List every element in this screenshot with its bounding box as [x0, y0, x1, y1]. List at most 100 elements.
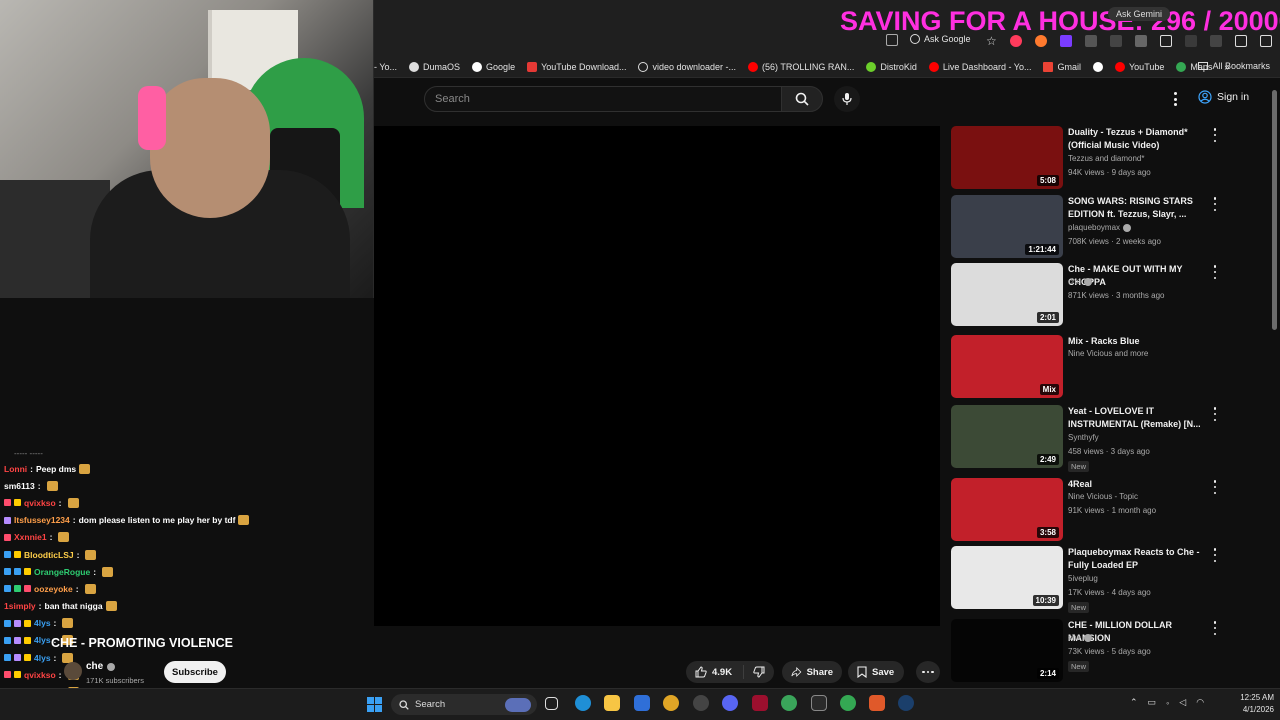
bookmark-item[interactable]: - Yo... — [374, 62, 397, 72]
recommended-video[interactable]: 5:08 Duality - Tezzus + Diamond* (Officia… — [950, 126, 1270, 190]
install-app-icon[interactable] — [886, 34, 898, 46]
adobe-icon[interactable] — [752, 695, 768, 711]
chat-username[interactable]: oozeyoke — [34, 584, 73, 594]
chat-username[interactable]: 1simply — [4, 601, 36, 611]
steam-icon[interactable] — [898, 695, 914, 711]
app-icon[interactable] — [781, 695, 797, 711]
search-input[interactable]: Search — [424, 86, 782, 112]
search-button[interactable] — [781, 86, 823, 112]
recommended-video[interactable]: 2:14CHE - MILLION DOLLAR MANSIONche73K v… — [950, 619, 1270, 683]
extensions-puzzle-icon[interactable] — [1159, 35, 1172, 47]
dislike-button[interactable] — [744, 666, 774, 678]
extension-icon[interactable] — [1009, 35, 1022, 47]
windows-start-icon[interactable] — [367, 697, 382, 712]
video-thumbnail[interactable]: 10:39 — [951, 546, 1063, 609]
video-thumbnail[interactable]: 5:08 — [951, 126, 1063, 189]
settings-menu-button[interactable] — [1168, 90, 1182, 108]
video-player[interactable] — [374, 126, 940, 626]
video-menu-button[interactable] — [1212, 548, 1218, 562]
app-icon[interactable] — [693, 695, 709, 711]
bookmark-star-icon[interactable]: ☆ — [986, 34, 997, 48]
chat-username[interactable]: 4lys — [34, 653, 51, 663]
recommended-video[interactable]: Mix Mix - Racks Blue Nine Vicious and more — [950, 335, 1270, 399]
video-thumbnail[interactable]: 3:58 — [951, 478, 1063, 541]
recommended-channel[interactable]: Tezzus and diamond* — [1068, 154, 1145, 163]
recommended-video[interactable]: 2:49 Yeat - LOVELOVE IT INSTRUMENTAL (Rem… — [950, 405, 1270, 472]
extension-icon[interactable] — [1184, 35, 1197, 47]
video-thumbnail[interactable]: Mix — [951, 335, 1063, 398]
recommended-channel[interactable]: che — [1068, 633, 1092, 642]
chrome-icon[interactable] — [840, 695, 856, 711]
recommended-video-title[interactable]: 4Real — [1068, 478, 1204, 491]
video-thumbnail[interactable]: 2:01 — [951, 263, 1063, 326]
sign-in-button[interactable]: Sign in — [1198, 90, 1249, 104]
task-view-icon[interactable] — [545, 697, 558, 710]
bookmark-item[interactable]: YouTube — [1115, 61, 1164, 72]
bookmark-item[interactable]: (56) TROLLING RAN... — [748, 61, 854, 72]
recommended-video[interactable]: 10:39 Plaqueboymax Reacts to Che - Fully … — [950, 546, 1270, 613]
page-scrollbar[interactable] — [1272, 90, 1277, 330]
edge-icon[interactable] — [575, 695, 591, 711]
bookmark-item[interactable]: Google — [472, 61, 515, 72]
reading-list-icon[interactable] — [1259, 35, 1272, 47]
channel-avatar[interactable] — [64, 662, 82, 680]
epic-games-icon[interactable] — [811, 695, 827, 711]
network-icon[interactable]: ▭ — [1148, 697, 1157, 708]
volume-icon[interactable]: ◁ — [1179, 697, 1186, 708]
taskbar-clock[interactable]: 12:25 AM 4/1/2026 — [1228, 692, 1274, 716]
like-button[interactable]: 4.9K — [686, 665, 744, 679]
recommended-channel[interactable]: Nine Vicious - Topic — [1068, 492, 1138, 501]
video-thumbnail[interactable]: 1:21:44 — [951, 195, 1063, 258]
video-thumbnail[interactable]: 2:14 — [951, 619, 1063, 682]
video-menu-button[interactable] — [1212, 128, 1218, 142]
video-menu-button[interactable] — [1212, 480, 1218, 494]
discord-icon[interactable] — [722, 695, 738, 711]
extension-icon[interactable] — [1109, 35, 1122, 47]
bookmark-item[interactable]: Gmail — [1043, 61, 1081, 72]
voice-search-button[interactable] — [834, 86, 860, 112]
save-button[interactable]: Save — [848, 661, 904, 683]
ask-gemini-button[interactable]: Ask Gemini — [1108, 7, 1171, 21]
recommended-channel[interactable]: plaqueboymax — [1068, 223, 1132, 232]
recommended-video-title[interactable]: Plaqueboymax Reacts to Che - Fully Loade… — [1068, 546, 1204, 572]
channel-name[interactable]: che — [86, 661, 116, 672]
bookmark-item[interactable]: Live Dashboard - Yo... — [928, 61, 1031, 72]
wifi-icon[interactable]: ◠ — [1196, 697, 1204, 708]
bookmark-item[interactable]: video downloader -... — [638, 61, 736, 72]
bookmark-item[interactable]: DistroKid — [866, 61, 917, 72]
chat-username[interactable]: qvixkso — [24, 498, 56, 508]
recommended-channel[interactable]: che — [1068, 277, 1092, 286]
chat-username[interactable]: Xxnnie1 — [14, 532, 47, 542]
recommended-video-title[interactable]: Duality - Tezzus + Diamond* (Official Mu… — [1068, 126, 1204, 152]
file-explorer-icon[interactable] — [604, 695, 620, 711]
extension-icon[interactable] — [1234, 35, 1247, 47]
recommended-channel[interactable]: Nine Vicious and more — [1068, 349, 1148, 358]
recommended-video[interactable]: 1:21:44 SONG WARS: RISING STARS EDITION f… — [950, 195, 1270, 259]
chat-username[interactable]: Itsfussey1234 — [14, 515, 70, 525]
more-actions-button[interactable] — [916, 661, 940, 683]
video-thumbnail[interactable]: 2:49 — [951, 405, 1063, 468]
chat-username[interactable]: 4lys — [34, 618, 51, 628]
extension-icon[interactable] — [1134, 35, 1147, 47]
chevron-up-icon[interactable]: ⌃ — [1130, 697, 1138, 708]
chat-username[interactable]: 4lys — [34, 635, 51, 645]
store-icon[interactable] — [634, 695, 650, 711]
app-icon[interactable] — [869, 695, 885, 711]
video-menu-button[interactable] — [1212, 197, 1218, 211]
video-menu-button[interactable] — [1212, 621, 1218, 635]
extension-icon[interactable] — [1209, 35, 1222, 47]
recommended-video[interactable]: 2:01Che - MAKE OUT WITH MY CHOPPAche871K… — [950, 263, 1270, 327]
microphone-icon[interactable]: ◦ — [1166, 698, 1169, 708]
extension-icon[interactable] — [1034, 35, 1047, 47]
recommended-video-title[interactable]: Yeat - LOVELOVE IT INSTRUMENTAL (Remake)… — [1068, 405, 1204, 431]
recommended-channel[interactable]: Synthyfy — [1068, 433, 1099, 442]
extension-icon[interactable] — [1084, 35, 1097, 47]
recommended-video[interactable]: 3:58 4Real Nine Vicious - Topic 91K views ·… — [950, 478, 1270, 542]
chat-username[interactable]: OrangeRogue — [34, 567, 90, 577]
bookmark-item[interactable]: YouTube Download... — [527, 61, 626, 72]
chat-username[interactable]: BloodticLSJ — [24, 550, 74, 560]
chrome-icon[interactable] — [663, 695, 679, 711]
chat-username[interactable]: qvixkso — [24, 670, 56, 680]
recommended-video-title[interactable]: SONG WARS: RISING STARS EDITION ft. Tezz… — [1068, 195, 1204, 221]
video-menu-button[interactable] — [1212, 407, 1218, 421]
